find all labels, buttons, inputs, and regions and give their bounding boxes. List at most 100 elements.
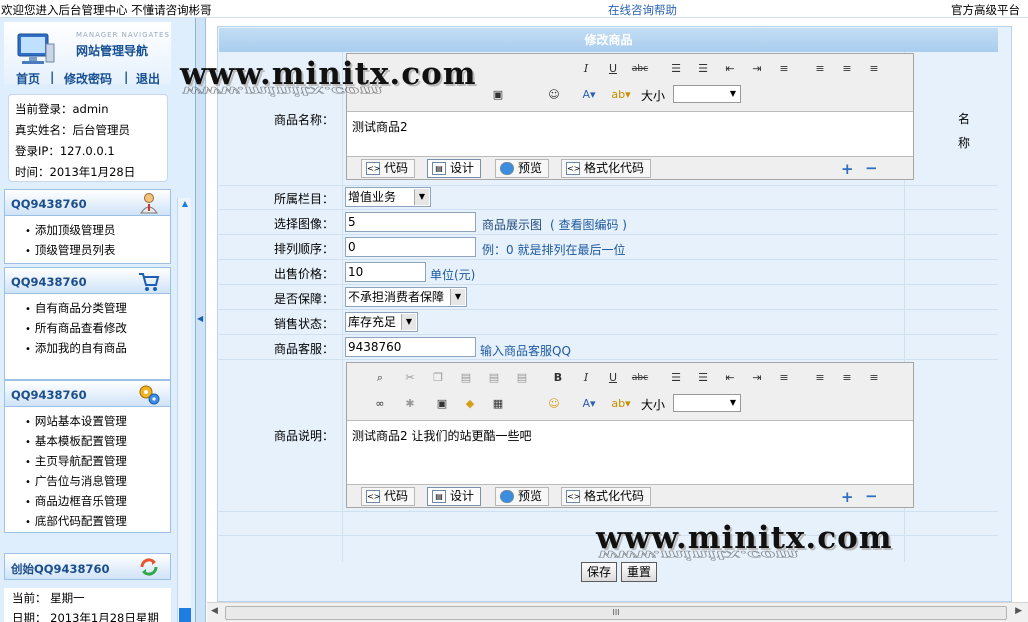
menu-template[interactable]: 基本模板配置管理: [25, 431, 170, 451]
guarantee-select[interactable]: 不承担消费者保障 ▼: [345, 287, 467, 307]
menu-top-admin-list[interactable]: 顶级管理员列表: [25, 240, 170, 260]
ordered-list-icon[interactable]: ☰: [665, 367, 687, 389]
align-center-icon[interactable]: ≡: [809, 367, 831, 389]
paste-icon[interactable]: ▤: [455, 367, 477, 389]
login-info-box: 当前登录：admin 真实姓名：后台管理员 登录IP：127.0.0.1 时间：…: [8, 94, 168, 182]
justify-icon[interactable]: ≡: [773, 58, 795, 80]
unlink-icon[interactable]: ✱: [399, 393, 421, 415]
paste-word-icon[interactable]: ▤: [511, 367, 533, 389]
justify-icon[interactable]: ≡: [773, 367, 795, 389]
enlarge-plus-icon[interactable]: +: [841, 488, 854, 506]
strikethrough-button[interactable]: abc: [629, 367, 651, 389]
italic-button[interactable]: I: [575, 367, 597, 389]
menu-home-nav[interactable]: 主页导航配置管理: [25, 451, 170, 471]
desc-edit-area[interactable]: 测试商品2 让我们的站更酷一些吧: [347, 421, 913, 485]
save-button[interactable]: 保存: [581, 562, 617, 582]
menu-footer-code[interactable]: 底部代码配置管理: [25, 511, 170, 531]
panel-header[interactable]: 创始QQ9438760: [4, 553, 171, 580]
tab-design[interactable]: ▤ 设计: [427, 159, 482, 178]
align-right-icon[interactable]: ≡: [836, 367, 858, 389]
panel-menu: 添加顶级管理员 顶级管理员列表: [4, 216, 171, 264]
highlight-color-icon[interactable]: ab▾: [610, 393, 632, 415]
scroll-down-arrow-icon[interactable]: [179, 608, 191, 622]
price-input[interactable]: [345, 262, 426, 282]
scroll-thumb[interactable]: III: [225, 606, 1007, 620]
menu-ads-messages[interactable]: 广告位与消息管理: [25, 471, 170, 491]
align-right-icon[interactable]: ≡: [836, 58, 858, 80]
official-platform-link[interactable]: 官方高级平台: [951, 2, 1020, 18]
sidebar-collapse-splitter[interactable]: ◀: [196, 18, 206, 622]
tab-format-code[interactable]: <> 格式化代码: [561, 159, 652, 178]
status-select[interactable]: 库存充足 ▼: [345, 312, 418, 332]
image-input[interactable]: [345, 212, 476, 232]
image-icon[interactable]: ▣: [487, 84, 509, 106]
status-value: 库存充足: [348, 315, 397, 329]
font-size-select[interactable]: ▼: [673, 394, 741, 412]
desc-label: 商品说明：: [273, 429, 334, 443]
view-image-code-link[interactable]: ( 查看图编码 ): [550, 216, 627, 233]
font-color-icon[interactable]: A▾: [578, 84, 600, 106]
tab-design[interactable]: ▤ 设计: [427, 487, 482, 506]
menu-product-category[interactable]: 自有商品分类管理: [25, 298, 170, 318]
order-input[interactable]: [345, 237, 476, 257]
highlight-color-icon[interactable]: ab▾: [610, 84, 632, 106]
panel-header[interactable]: QQ9438760: [4, 267, 171, 294]
scroll-up-arrow-icon[interactable]: ▲: [179, 198, 191, 210]
ordered-list-icon[interactable]: ☰: [665, 58, 687, 80]
service-input[interactable]: [345, 337, 476, 357]
font-size-select[interactable]: ▼: [673, 85, 741, 103]
tab-preview[interactable]: 预览: [495, 487, 550, 506]
align-full-icon[interactable]: ≡: [863, 367, 885, 389]
eraser-icon[interactable]: ◆: [459, 393, 481, 415]
name-edit-area[interactable]: 测试商品2: [347, 112, 913, 157]
emoticon-icon[interactable]: ☺: [543, 393, 565, 415]
paste-text-icon[interactable]: ▤: [483, 367, 505, 389]
tab-code[interactable]: <> 代码: [361, 487, 416, 506]
shrink-minus-icon[interactable]: −: [865, 159, 878, 177]
copy-icon[interactable]: ❐: [427, 367, 449, 389]
tab-code[interactable]: <> 代码: [361, 159, 416, 178]
panel-header[interactable]: QQ9438760: [4, 380, 171, 407]
indent-icon[interactable]: ⇥: [746, 58, 768, 80]
align-center-icon[interactable]: ≡: [809, 58, 831, 80]
indent-icon[interactable]: ⇥: [746, 367, 768, 389]
enlarge-plus-icon[interactable]: +: [841, 160, 854, 178]
unordered-list-icon[interactable]: ☰: [692, 58, 714, 80]
tab-format-code[interactable]: <> 格式化代码: [561, 487, 652, 506]
link-icon[interactable]: ∞: [369, 393, 391, 415]
menu-add-product[interactable]: 添加我的自有商品: [25, 338, 170, 358]
online-help-link[interactable]: 在线咨询帮助: [608, 2, 677, 18]
tab-preview[interactable]: 预览: [495, 159, 550, 178]
strikethrough-button[interactable]: abc: [629, 58, 651, 80]
underline-button[interactable]: U: [602, 58, 624, 80]
font-color-icon[interactable]: A▾: [578, 393, 600, 415]
menu-all-products[interactable]: 所有商品查看修改: [25, 318, 170, 338]
zoom-preview-icon[interactable]: ⌕: [369, 367, 391, 389]
image-icon[interactable]: ▣: [431, 393, 453, 415]
menu-border-music[interactable]: 商品边框音乐管理: [25, 491, 170, 511]
underline-button[interactable]: U: [602, 367, 624, 389]
table-icon[interactable]: ▦: [487, 393, 509, 415]
outdent-icon[interactable]: ⇤: [719, 367, 741, 389]
scroll-right-arrow-icon[interactable]: ▶: [1015, 606, 1022, 616]
italic-button[interactable]: I: [575, 58, 597, 80]
nav-logout-link[interactable]: 退出: [136, 70, 160, 87]
sidebar-scrollbar[interactable]: ▲: [177, 198, 191, 622]
panel-header[interactable]: QQ9438760: [4, 189, 171, 216]
reset-button[interactable]: 重置: [621, 562, 657, 582]
emoticon-icon[interactable]: ☺: [543, 84, 565, 106]
cut-icon[interactable]: ✂: [399, 367, 421, 389]
shrink-minus-icon[interactable]: −: [865, 487, 878, 505]
outdent-icon[interactable]: ⇤: [719, 58, 741, 80]
bold-button[interactable]: B: [547, 367, 569, 389]
category-select[interactable]: 增值业务 ▼: [345, 187, 431, 207]
horizontal-scrollbar[interactable]: ◀ III ▶: [207, 602, 1028, 622]
align-full-icon[interactable]: ≡: [863, 58, 885, 80]
scroll-left-arrow-icon[interactable]: ◀: [211, 606, 218, 616]
nav-home-link[interactable]: 首页: [16, 70, 40, 87]
menu-site-basic[interactable]: 网站基本设置管理: [25, 411, 170, 431]
nav-change-password-link[interactable]: 修改密码: [64, 70, 112, 87]
unordered-list-icon[interactable]: ☰: [692, 367, 714, 389]
menu-add-top-admin[interactable]: 添加顶级管理员: [25, 220, 170, 240]
collapse-arrow-icon[interactable]: ◀: [197, 314, 203, 323]
